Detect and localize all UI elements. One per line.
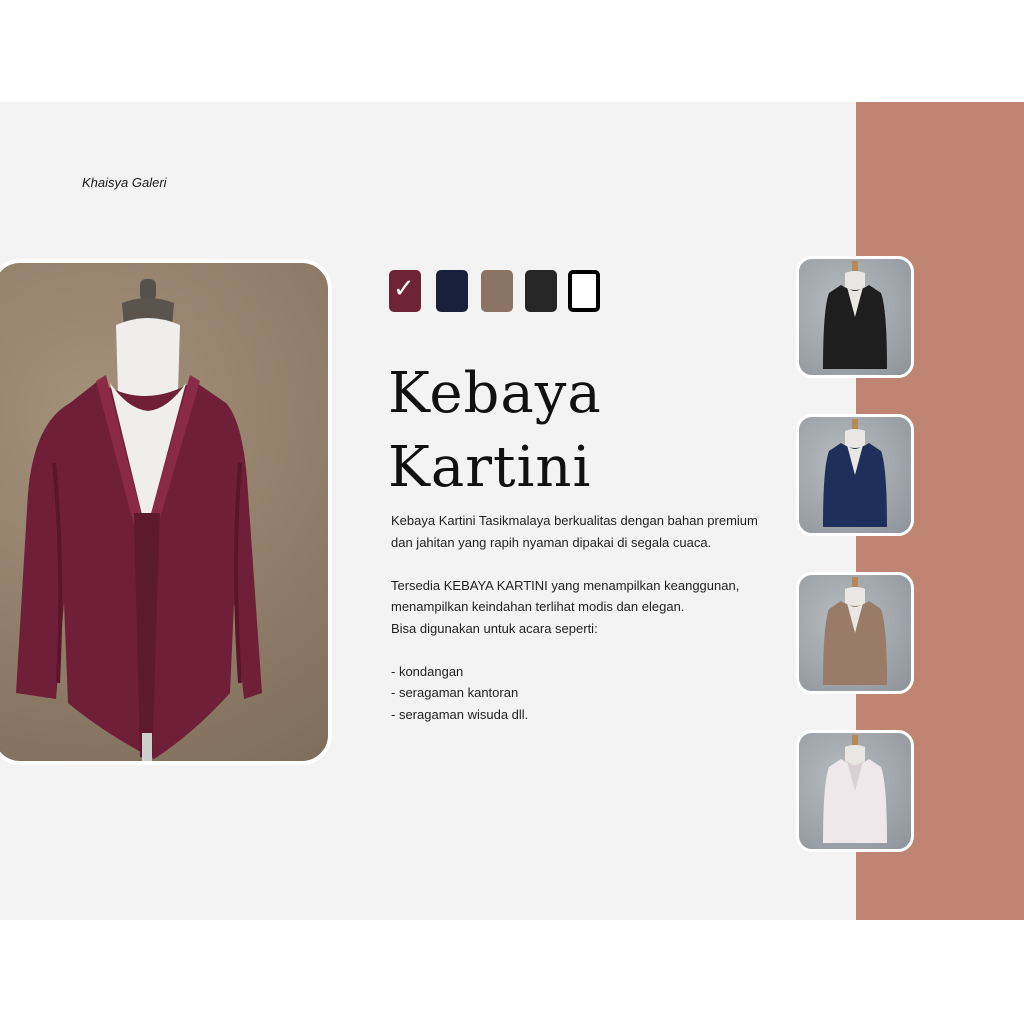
thumbnail-mocca[interactable] xyxy=(796,572,914,694)
title-line-1: Kebaya xyxy=(388,361,602,426)
swatch-navy[interactable] xyxy=(436,270,468,312)
kebaya-thumb-white xyxy=(823,735,887,843)
use-item: - seragaman kantoran xyxy=(391,685,519,700)
kebaya-maroon-illustration xyxy=(16,279,262,761)
desc-paragraph-1: Kebaya Kartini Tasikmalaya berkualitas d… xyxy=(391,513,758,550)
thumbnail-white[interactable] xyxy=(796,730,914,852)
swatch-black[interactable] xyxy=(525,270,557,312)
thumbnail-black[interactable] xyxy=(796,256,914,378)
mannequin-knob xyxy=(140,279,156,301)
product-description: Kebaya Kartini Tasikmalaya berkualitas d… xyxy=(391,510,761,725)
use-item: - kondangan xyxy=(391,663,464,679)
check-icon: ✓ xyxy=(393,274,415,304)
brand-name: Khaisya Galeri xyxy=(82,175,167,190)
main-product-photo[interactable] xyxy=(0,259,332,765)
desc-paragraph-2: Tersedia KEBAYA KARTINI yang menampilkan… xyxy=(391,577,740,615)
swatch-maroon[interactable]: ✓ xyxy=(389,270,421,312)
swatch-white[interactable] xyxy=(568,270,600,312)
title-line-2: Kartini xyxy=(388,435,592,500)
kebaya-thumb-black xyxy=(823,261,887,369)
mannequin-neck xyxy=(116,318,180,403)
swatch-mocca[interactable] xyxy=(481,270,513,312)
product-title: Kebaya Kartini xyxy=(388,357,602,505)
use-item: - seragaman wisuda dll. xyxy=(391,706,529,722)
kebaya-thumb-mocca xyxy=(823,577,887,685)
desc-paragraph-3: Bisa digunakan untuk acara seperti: xyxy=(391,620,598,636)
thumbnail-navy[interactable] xyxy=(796,414,914,536)
mannequin-stand xyxy=(142,733,152,761)
kebaya-thumb-navy xyxy=(823,419,887,527)
